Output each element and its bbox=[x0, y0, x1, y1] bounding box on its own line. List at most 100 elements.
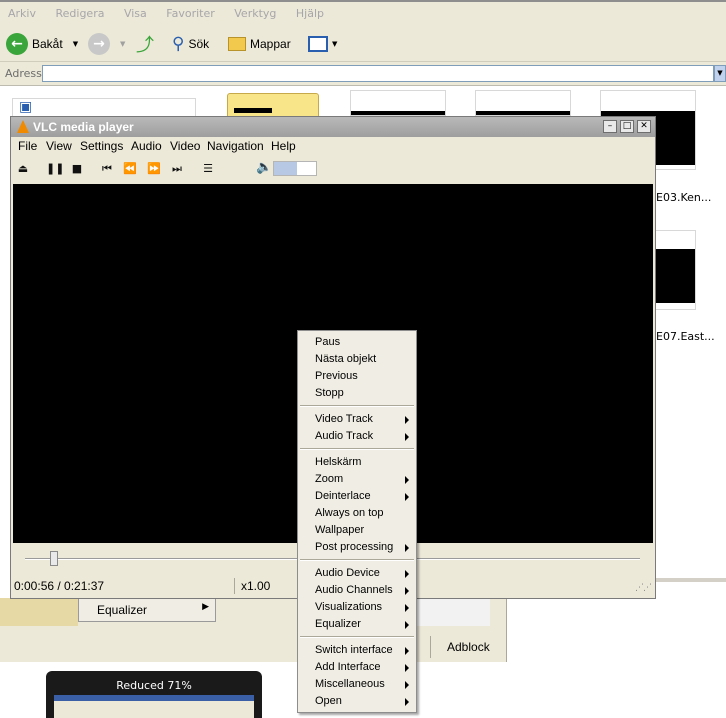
vlc-cone-icon bbox=[17, 120, 29, 133]
submenu-arrow-icon bbox=[405, 587, 409, 595]
explorer-menu-verktyg[interactable]: Verktyg bbox=[226, 2, 284, 20]
eject-icon[interactable]: ⏏ bbox=[15, 161, 31, 177]
file-thumbnail[interactable]: ▣ bbox=[12, 98, 196, 118]
back-dropdown-icon[interactable]: ▼ bbox=[73, 40, 78, 48]
background-divider bbox=[655, 578, 726, 582]
speaker-icon[interactable]: 🔈 bbox=[256, 160, 272, 175]
fast-forward-icon[interactable]: ⏩ bbox=[146, 161, 162, 177]
rewind-icon[interactable]: ⏪ bbox=[122, 161, 138, 177]
film-icon: ▣ bbox=[19, 99, 33, 115]
explorer-menu-redigera[interactable]: Redigera bbox=[47, 2, 112, 20]
up-folder-button[interactable]: ⤴ bbox=[136, 32, 154, 56]
skip-previous-icon[interactable]: ⏮ bbox=[99, 161, 115, 177]
file-label[interactable]: E07.East... bbox=[656, 330, 715, 343]
context-menu-label: Audio Channels bbox=[315, 584, 393, 596]
context-menu-item-video-track[interactable]: Video Track bbox=[298, 411, 416, 428]
vlc-titlebar[interactable]: VLC media player – □ ✕ bbox=[11, 117, 655, 137]
context-menu-item-deinterlace[interactable]: Deinterlace bbox=[298, 488, 416, 505]
background-equalizer-menu-item[interactable]: Equalizer ▶ bbox=[78, 596, 216, 622]
taskbar-preview[interactable]: Reduced 71% bbox=[46, 671, 262, 718]
context-menu-label: Wallpaper bbox=[315, 524, 365, 536]
resize-grip-icon[interactable]: ⋰⋰ bbox=[635, 583, 652, 593]
context-menu-item-equalizer[interactable]: Equalizer bbox=[298, 616, 416, 633]
context-menu-label: Nästa objekt bbox=[315, 353, 377, 365]
context-menu-item-wallpaper[interactable]: Wallpaper bbox=[298, 522, 416, 539]
vlc-menu-settings[interactable]: Settings bbox=[80, 139, 123, 153]
vlc-menu-navigation[interactable]: Navigation bbox=[207, 139, 264, 153]
pause-icon[interactable]: ❚❚ bbox=[46, 161, 64, 177]
back-button[interactable]: ← Bakåt ▼ bbox=[6, 32, 78, 56]
close-button[interactable]: ✕ bbox=[637, 120, 651, 133]
context-menu-item-previous[interactable]: Previous bbox=[298, 368, 416, 385]
back-label: Bakåt bbox=[32, 37, 63, 51]
submenu-arrow-icon bbox=[405, 433, 409, 441]
submenu-arrow-icon bbox=[405, 493, 409, 501]
adblock-button[interactable]: Adblock bbox=[430, 636, 505, 658]
submenu-arrow-icon bbox=[405, 416, 409, 424]
address-dropdown-icon[interactable]: ▼ bbox=[714, 65, 726, 82]
context-menu-item-paus[interactable]: Paus bbox=[298, 334, 416, 351]
context-menu-label: Audio Track bbox=[315, 430, 374, 442]
context-menu-item-audio-track[interactable]: Audio Track bbox=[298, 428, 416, 445]
vlc-menu-video[interactable]: Video bbox=[170, 139, 200, 153]
search-label: Sök bbox=[188, 37, 210, 51]
vlc-menu-file[interactable]: File bbox=[18, 139, 37, 153]
file-thumbnail[interactable] bbox=[475, 90, 571, 116]
context-menu-item-audio-channels[interactable]: Audio Channels bbox=[298, 582, 416, 599]
file-label[interactable]: E03.Ken... bbox=[656, 191, 711, 204]
stop-icon[interactable]: ■ bbox=[69, 161, 85, 177]
file-thumbnail[interactable] bbox=[350, 90, 446, 116]
submenu-arrow-icon bbox=[405, 544, 409, 552]
folders-button[interactable]: Mappar bbox=[228, 32, 291, 56]
context-menu-label: Video Track bbox=[315, 413, 373, 425]
time-display: 0:00:56 / 0:21:37 bbox=[14, 579, 105, 593]
folders-label: Mappar bbox=[250, 37, 291, 51]
context-menu-item-post-processing[interactable]: Post processing bbox=[298, 539, 416, 556]
submenu-arrow-icon bbox=[405, 570, 409, 578]
context-menu-item-zoom[interactable]: Zoom bbox=[298, 471, 416, 488]
maximize-button[interactable]: □ bbox=[620, 120, 634, 133]
submenu-arrow-icon bbox=[405, 476, 409, 484]
vlc-menu-view[interactable]: View bbox=[46, 139, 72, 153]
submenu-arrow-icon: ▶ bbox=[202, 602, 209, 612]
status-divider bbox=[234, 578, 235, 594]
skip-next-icon[interactable]: ⏭ bbox=[169, 161, 185, 177]
search-button[interactable]: ⚲ Sök bbox=[172, 32, 209, 56]
context-menu-item-nästa-objekt[interactable]: Nästa objekt bbox=[298, 351, 416, 368]
explorer-menu-favoriter[interactable]: Favoriter bbox=[158, 2, 222, 20]
context-menu-label: Switch interface bbox=[315, 644, 393, 656]
context-menu-item-switch-interface[interactable]: Switch interface bbox=[298, 642, 416, 659]
volume-slider[interactable] bbox=[273, 161, 317, 176]
vlc-controls: ⏏ ❚❚ ■ ⏮ ⏪ ⏩ ⏭ ☰ 🔈 bbox=[11, 157, 655, 181]
explorer-menu-visa[interactable]: Visa bbox=[116, 2, 155, 20]
address-input[interactable] bbox=[42, 65, 714, 82]
minimize-button[interactable]: – bbox=[603, 120, 617, 133]
context-menu-item-visualizations[interactable]: Visualizations bbox=[298, 599, 416, 616]
views-button[interactable]: ▼ bbox=[308, 32, 337, 56]
vlc-menu-help[interactable]: Help bbox=[271, 139, 296, 153]
menu-separator bbox=[300, 636, 414, 638]
context-menu-item-miscellaneous[interactable]: Miscellaneous bbox=[298, 676, 416, 693]
context-menu-label: Helskärm bbox=[315, 456, 362, 468]
submenu-arrow-icon bbox=[405, 664, 409, 672]
context-menu-item-always-on-top[interactable]: Always on top bbox=[298, 505, 416, 522]
forward-button[interactable]: → ▼ bbox=[88, 32, 125, 56]
context-menu-item-add-interface[interactable]: Add Interface bbox=[298, 659, 416, 676]
context-menu-item-stopp[interactable]: Stopp bbox=[298, 385, 416, 402]
explorer-menu-arkiv[interactable]: Arkiv bbox=[0, 2, 44, 20]
context-menu-item-helskärm[interactable]: Helskärm bbox=[298, 454, 416, 471]
playlist-icon[interactable]: ☰ bbox=[200, 161, 216, 177]
views-dropdown-icon: ▼ bbox=[332, 40, 338, 48]
context-menu-label: Visualizations bbox=[315, 601, 383, 613]
context-menu-item-audio-device[interactable]: Audio Device bbox=[298, 565, 416, 582]
search-icon: ⚲ bbox=[172, 34, 185, 54]
explorer-menu-hjalp[interactable]: Hjälp bbox=[288, 2, 332, 20]
context-menu-item-open[interactable]: Open bbox=[298, 693, 416, 710]
context-menu-label: Miscellaneous bbox=[315, 678, 385, 690]
submenu-arrow-icon bbox=[405, 698, 409, 706]
submenu-arrow-icon bbox=[405, 621, 409, 629]
forward-dropdown-icon[interactable]: ▼ bbox=[120, 40, 125, 48]
seek-handle[interactable] bbox=[50, 551, 58, 566]
vlc-menu-audio[interactable]: Audio bbox=[131, 139, 162, 153]
submenu-arrow-icon bbox=[405, 647, 409, 655]
